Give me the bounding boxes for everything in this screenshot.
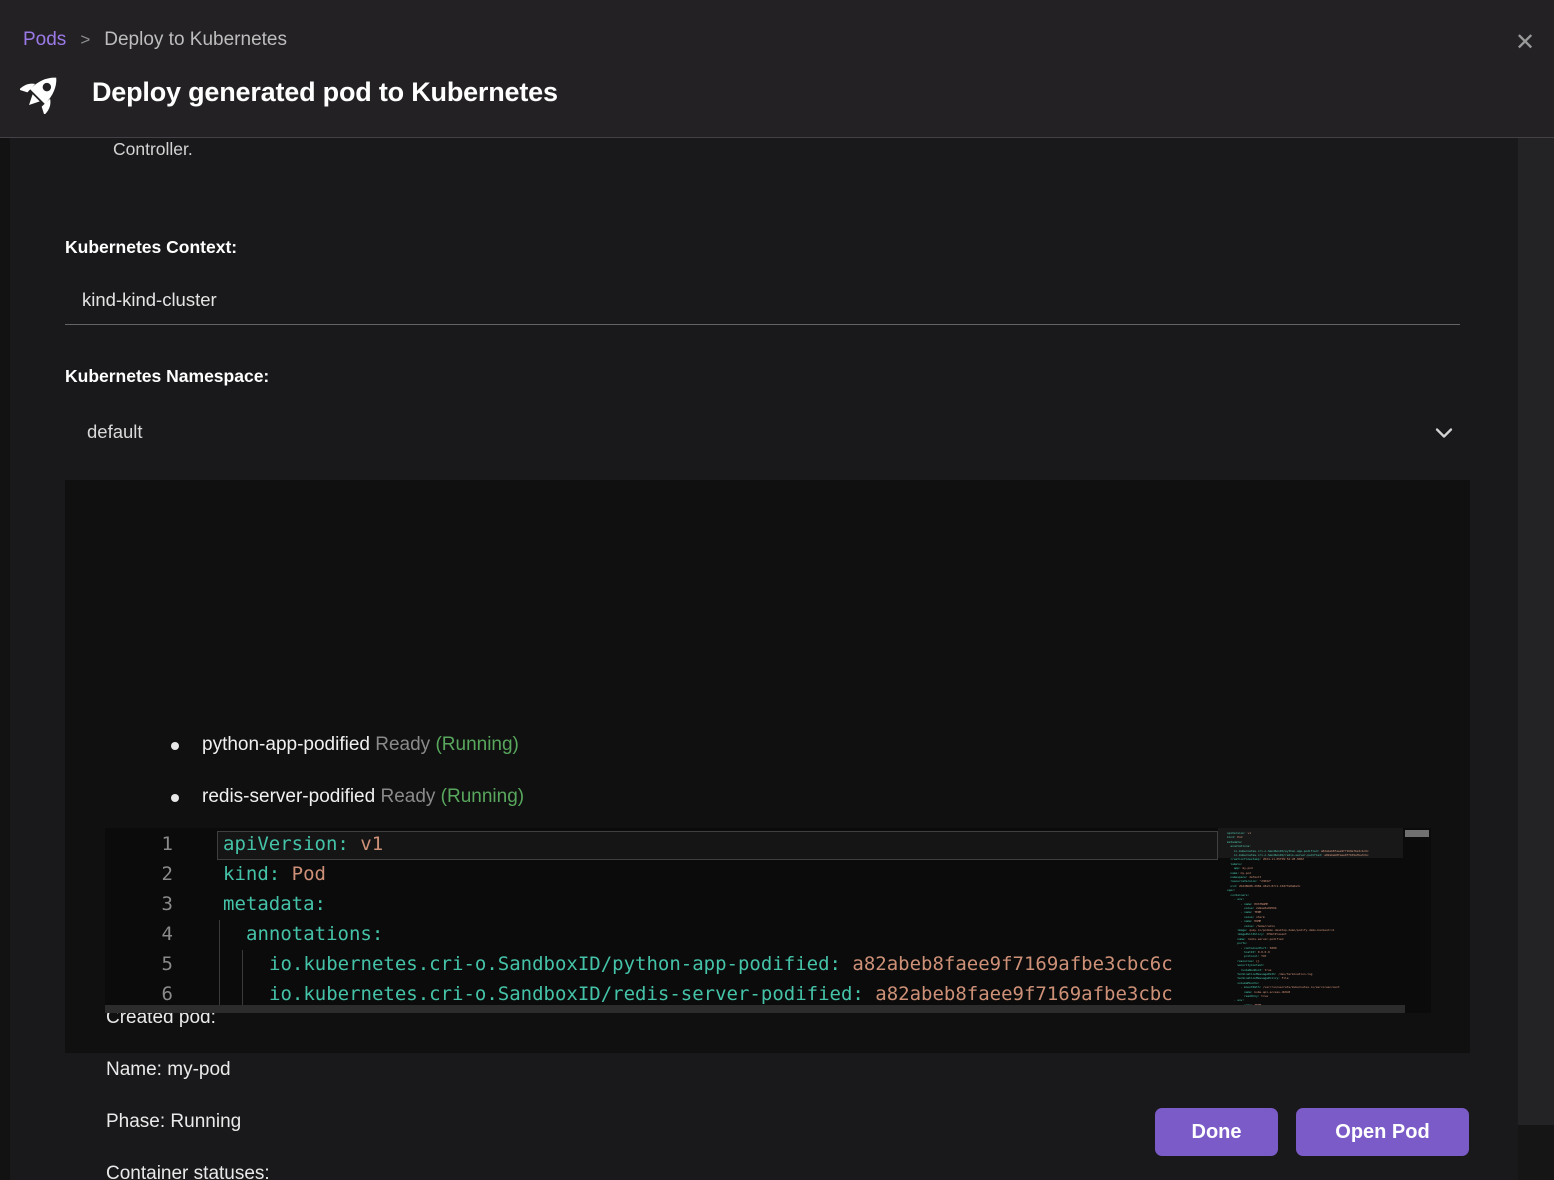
title-row: Deploy generated pod to Kubernetes — [20, 70, 558, 114]
container-state: (Running) — [441, 786, 524, 807]
bullet-icon — [171, 742, 179, 750]
left-gutter — [0, 138, 10, 1180]
breadcrumb: Pods > Deploy to Kubernetes — [23, 29, 287, 51]
code-line[interactable]: 2 kind: Pod — [105, 860, 1218, 890]
indent-guide — [219, 920, 220, 950]
kubernetes-namespace-value: default — [87, 421, 143, 443]
minimap-viewport-indicator — [1218, 828, 1403, 858]
code-line[interactable]: 5 io.kubernetes.cri-o.SandboxID/python-ap… — [105, 950, 1218, 980]
indent-guide — [219, 950, 220, 980]
container-statuses-label: Container statuses: — [106, 1163, 270, 1180]
done-button[interactable]: Done — [1155, 1108, 1278, 1156]
indent-guide — [242, 950, 243, 980]
deploy-to-kubernetes-page: Pods > Deploy to Kubernetes Deploy gener… — [0, 0, 1554, 1180]
editor-minimap[interactable]: apiVersion: v1kind: Podmetadata: annotat… — [1218, 828, 1403, 1013]
code-text: io.kubernetes.cri-o.SandboxID/python-app… — [269, 953, 1173, 975]
code-text: metadata: — [223, 893, 326, 915]
breadcrumb-separator: > — [80, 30, 90, 50]
page-scrollbar-thumb[interactable] — [1518, 138, 1554, 1125]
pod-phase-line: Phase: Running — [106, 1111, 241, 1133]
code-text: io.kubernetes.cri-o.SandboxID/redis-serv… — [269, 983, 1173, 1005]
line-number: 5 — [105, 953, 173, 975]
breadcrumb-pods-link[interactable]: Pods — [23, 29, 66, 51]
chevron-down-icon — [1431, 420, 1457, 446]
code-line[interactable]: 4 annotations: — [105, 920, 1218, 950]
minimap-content: apiVersion: v1kind: Podmetadata: annotat… — [1227, 831, 1403, 1013]
container-state: (Running) — [435, 734, 518, 755]
line-number: 4 — [105, 923, 173, 945]
yaml-code-editor[interactable]: 1 apiVersion: v1 2 kind: Pod 3 metadata: 4 anno… — [105, 828, 1431, 1013]
bullet-icon — [171, 794, 179, 802]
editor-vertical-scrollbar-thumb[interactable] — [1405, 830, 1429, 837]
line-number: 6 — [105, 983, 173, 1005]
created-pod-panel: Created pod: Name: my-pod Phase: Running… — [65, 480, 1470, 1053]
code-text: apiVersion: v1 — [223, 833, 383, 855]
page-scrollbar-track — [1518, 1125, 1554, 1180]
line-number: 2 — [105, 863, 173, 885]
pod-name-line: Name: my-pod — [106, 1059, 231, 1081]
code-text: annotations: — [246, 923, 383, 945]
line-number: 3 — [105, 893, 173, 915]
kubernetes-namespace-select[interactable]: default — [65, 408, 1469, 458]
code-text: kind: Pod — [223, 863, 326, 885]
code-line[interactable]: 3 metadata: — [105, 890, 1218, 920]
breadcrumb-current: Deploy to Kubernetes — [104, 29, 287, 51]
page-header: Pods > Deploy to Kubernetes Deploy gener… — [0, 0, 1554, 138]
rocket-icon — [20, 70, 64, 114]
container-name: redis-server-podified — [202, 786, 375, 807]
kubernetes-context-underline — [65, 324, 1460, 325]
kubernetes-namespace-label: Kubernetes Namespace: — [65, 366, 269, 387]
truncated-description-text: Controller. — [113, 139, 193, 160]
line-number: 1 — [105, 833, 173, 855]
kubernetes-context-input[interactable]: kind-kind-cluster — [82, 289, 217, 311]
open-pod-button[interactable]: Open Pod — [1296, 1108, 1469, 1156]
container-ready: Ready — [375, 734, 430, 755]
container-name: python-app-podified — [202, 734, 370, 755]
container-status-item: python-app-podified Ready (Running) — [202, 734, 519, 756]
editor-vertical-scrollbar[interactable] — [1403, 828, 1431, 1013]
editor-horizontal-scrollbar[interactable] — [105, 1005, 1405, 1013]
kubernetes-context-label: Kubernetes Context: — [65, 237, 237, 258]
code-line[interactable]: 1 apiVersion: v1 — [105, 830, 1218, 860]
container-ready: Ready — [380, 786, 435, 807]
page-title: Deploy generated pod to Kubernetes — [92, 77, 558, 108]
container-status-item: redis-server-podified Ready (Running) — [202, 786, 524, 808]
close-icon[interactable]: ✕ — [1510, 28, 1540, 58]
